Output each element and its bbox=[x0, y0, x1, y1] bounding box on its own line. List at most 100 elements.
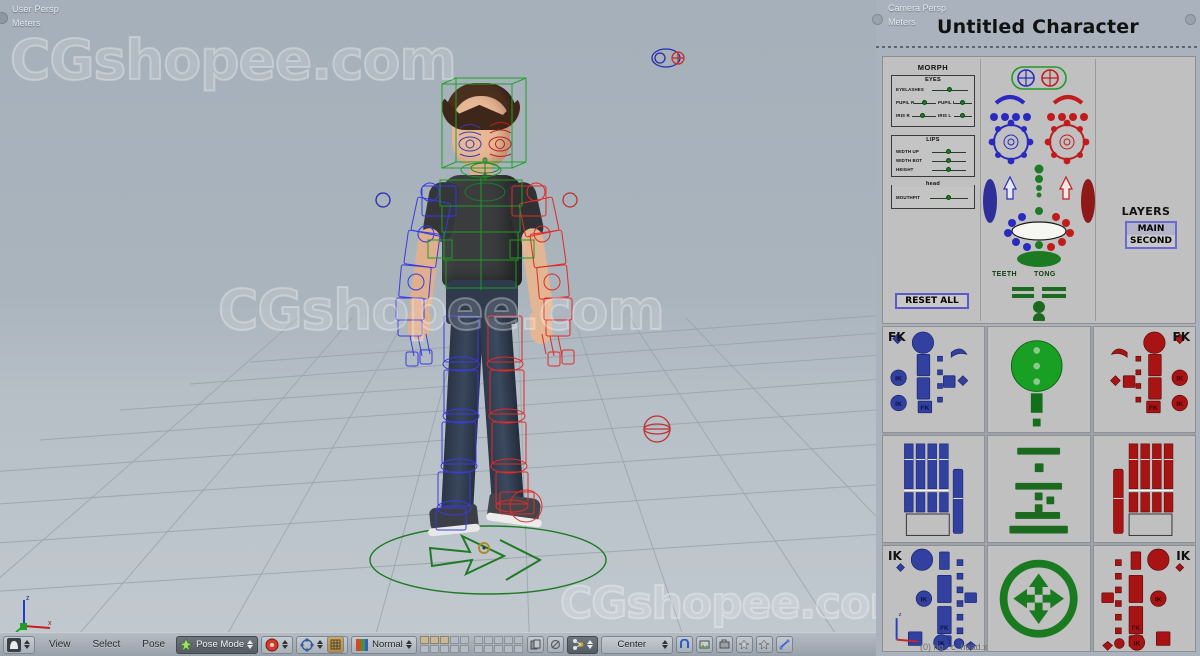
orientation-selector[interactable]: Normal bbox=[351, 636, 417, 654]
record-group[interactable] bbox=[261, 636, 293, 654]
record-spinner[interactable] bbox=[282, 638, 289, 652]
svg-text:IK: IK bbox=[895, 376, 902, 383]
layer-second-button[interactable]: SECOND bbox=[1127, 235, 1175, 247]
layer-cell[interactable] bbox=[420, 645, 429, 653]
layer-cell[interactable] bbox=[504, 636, 513, 644]
rig-cell-hand-right[interactable] bbox=[1093, 435, 1196, 542]
layer-cell[interactable] bbox=[514, 636, 523, 644]
face-control-widgets[interactable] bbox=[982, 59, 1096, 321]
hand-left-widgets[interactable] bbox=[883, 436, 984, 541]
rig-cell-leg-ik-left[interactable]: IK IK bbox=[882, 545, 985, 652]
blender-window: User Persp Meters CGshopee.com CGshopee.… bbox=[0, 0, 1200, 656]
rig-cell-arm-fk-left[interactable]: FK IK IK FK bbox=[882, 326, 985, 433]
layer-cell[interactable] bbox=[484, 636, 493, 644]
mode-selector[interactable]: Pose Mode bbox=[176, 636, 258, 654]
manipulator-spinner[interactable] bbox=[317, 638, 324, 652]
slider-knob[interactable] bbox=[947, 87, 952, 92]
editor-type-spinner[interactable] bbox=[24, 638, 31, 652]
pivot-selector[interactable] bbox=[567, 636, 598, 654]
face-controls-section[interactable]: TEETH TONG bbox=[982, 59, 1096, 321]
character-mesh[interactable] bbox=[330, 70, 630, 590]
rig-control-grid[interactable]: FK IK IK FK bbox=[882, 326, 1196, 652]
layer-cell[interactable] bbox=[430, 636, 439, 644]
layer-cell[interactable] bbox=[460, 636, 469, 644]
pose-mode-icon bbox=[179, 638, 193, 652]
layer-cell[interactable] bbox=[474, 645, 483, 653]
layer-main-button[interactable]: MAIN bbox=[1127, 223, 1175, 235]
morph-group-head[interactable]: head MOUTHPIT bbox=[891, 185, 975, 209]
panel-corner-widget-left[interactable] bbox=[872, 14, 883, 25]
viewport-perspective-label: User Persp bbox=[12, 4, 59, 14]
menu-pose[interactable]: Pose bbox=[131, 639, 176, 650]
pivot-point-spinner[interactable] bbox=[662, 638, 669, 652]
slider-knob[interactable] bbox=[946, 195, 951, 200]
root-move-widget[interactable] bbox=[988, 546, 1089, 651]
3d-viewport[interactable]: User Persp Meters CGshopee.com CGshopee.… bbox=[0, 0, 876, 656]
svg-text:IK: IK bbox=[1155, 596, 1162, 603]
pivot-spinner[interactable] bbox=[587, 638, 594, 652]
layer-cell[interactable] bbox=[430, 645, 439, 653]
axis-gizmo-icon: z x bbox=[14, 592, 60, 636]
slider-knob[interactable] bbox=[920, 113, 925, 118]
pose-paste-button[interactable] bbox=[756, 636, 773, 653]
menu-select[interactable]: Select bbox=[82, 639, 132, 650]
pose-copy-button[interactable] bbox=[736, 636, 753, 653]
lock-camera-button[interactable] bbox=[527, 636, 544, 653]
viewport-header-toolbar[interactable]: View Select Pose Pose Mode bbox=[0, 632, 876, 656]
layer-cell[interactable] bbox=[494, 645, 503, 653]
bones-legs[interactable] bbox=[416, 310, 566, 560]
layer-cell[interactable] bbox=[440, 636, 449, 644]
texture-paint-button[interactable] bbox=[696, 636, 713, 653]
spine-center-widgets[interactable] bbox=[988, 327, 1089, 432]
armature-layer-grid[interactable] bbox=[420, 636, 523, 653]
panel-corner-widget-right[interactable] bbox=[1185, 14, 1196, 25]
slider-knob[interactable] bbox=[922, 100, 927, 105]
spine-rows-widgets[interactable] bbox=[988, 436, 1089, 541]
face-rig-board[interactable]: MORPH EYES EYELASHES PUPIL R PUPIL L IRI… bbox=[882, 56, 1196, 324]
layer-cell[interactable] bbox=[474, 636, 483, 644]
rig-cell-leg-ik-right[interactable]: IK IK bbox=[1093, 545, 1196, 652]
layer-cell[interactable] bbox=[450, 636, 459, 644]
layer-cell[interactable] bbox=[494, 636, 503, 644]
mode-spinner[interactable] bbox=[247, 638, 254, 652]
morph-group-lips[interactable]: LIPS WIDTH UP WIDTH BOT HEIGHT bbox=[891, 135, 975, 177]
hand-right-widgets[interactable] bbox=[1094, 436, 1195, 541]
editor-type-selector[interactable] bbox=[3, 636, 35, 654]
slider-knob[interactable] bbox=[946, 158, 951, 163]
render-button[interactable] bbox=[716, 636, 733, 653]
layer-cell[interactable] bbox=[460, 645, 469, 653]
orientation-spinner[interactable] bbox=[406, 638, 413, 652]
axis-icon bbox=[355, 638, 369, 652]
reset-all-button[interactable]: RESET ALL bbox=[895, 293, 969, 309]
rig-cell-root-move[interactable] bbox=[987, 545, 1090, 652]
svg-text:IK: IK bbox=[1176, 376, 1183, 383]
layer-cell[interactable] bbox=[514, 645, 523, 653]
layers-section[interactable] bbox=[1097, 59, 1195, 321]
menu-view[interactable]: View bbox=[38, 639, 82, 650]
slider-knob[interactable] bbox=[960, 113, 965, 118]
layer-cell[interactable] bbox=[440, 645, 449, 653]
proportional-edit-button[interactable] bbox=[547, 636, 564, 653]
manipulator-group[interactable] bbox=[296, 636, 348, 654]
svg-text:IK: IK bbox=[1133, 640, 1140, 647]
slider-knob[interactable] bbox=[960, 100, 965, 105]
rig-cell-spine-rows[interactable] bbox=[987, 435, 1090, 542]
morph-group-eyes[interactable]: EYES EYELASHES PUPIL R PUPIL L IRIS R IR… bbox=[891, 75, 975, 127]
pivot-point-selector[interactable]: Center bbox=[601, 636, 673, 654]
morph-section[interactable]: MORPH EYES EYELASHES PUPIL R PUPIL L IRI… bbox=[885, 59, 981, 321]
auto-ik-button[interactable] bbox=[776, 636, 793, 653]
rig-cell-spine-center[interactable] bbox=[987, 326, 1090, 433]
layer-cell[interactable] bbox=[450, 645, 459, 653]
manipulator-toggle[interactable] bbox=[327, 636, 344, 653]
svg-text:FK: FK bbox=[940, 625, 949, 632]
snap-button[interactable] bbox=[676, 636, 693, 653]
rig-cell-arm-fk-right[interactable]: FK IK IK FK bbox=[1093, 326, 1196, 433]
slider-knob[interactable] bbox=[946, 149, 951, 154]
slider-knob[interactable] bbox=[946, 167, 951, 172]
layers-box[interactable]: MAIN SECOND bbox=[1125, 221, 1177, 249]
layer-cell[interactable] bbox=[484, 645, 493, 653]
rig-cell-hand-left[interactable] bbox=[882, 435, 985, 542]
layer-cell[interactable] bbox=[420, 636, 429, 644]
layer-cell[interactable] bbox=[504, 645, 513, 653]
panel-divider bbox=[876, 46, 1200, 48]
